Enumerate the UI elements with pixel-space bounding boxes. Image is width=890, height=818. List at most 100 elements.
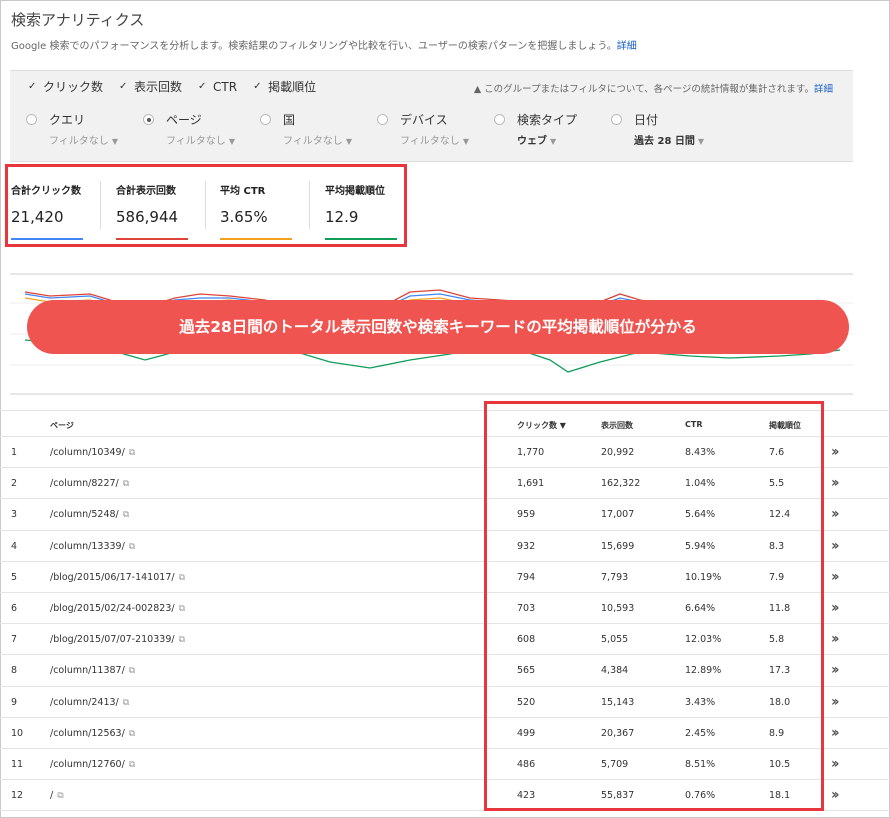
external-link-icon[interactable]: ⧉ bbox=[123, 510, 129, 520]
table-row[interactable]: 4/column/13339/⧉ 932 15,699 5.94% 8.3 ›› bbox=[0, 531, 890, 562]
external-link-icon[interactable]: ⧉ bbox=[123, 479, 129, 489]
caret-down-icon: ▼ bbox=[697, 137, 705, 146]
clicks-value: 794 bbox=[517, 571, 536, 583]
row-expand-chevron-icon[interactable]: ›› bbox=[831, 600, 839, 616]
column-header-position[interactable]: 掲載順位 bbox=[769, 420, 801, 431]
table-row[interactable]: 1/column/10349/⧉ 1,770 20,992 8.43% 7.6 ›› bbox=[0, 437, 890, 469]
page-title: 検索アナリティクス bbox=[11, 11, 145, 29]
impressions-value: 20,367 bbox=[601, 727, 635, 739]
external-link-icon[interactable]: ⧉ bbox=[129, 760, 135, 770]
dimension-query[interactable]: クエリ フィルタなし ▼ bbox=[26, 111, 143, 147]
page-url-link[interactable]: /column/12563/⧉ bbox=[50, 728, 135, 739]
row-expand-chevron-icon[interactable]: ›› bbox=[831, 662, 839, 678]
row-expand-chevron-icon[interactable]: ›› bbox=[831, 787, 839, 803]
row-number: 7 bbox=[11, 634, 18, 646]
external-link-icon[interactable]: ⧉ bbox=[57, 791, 63, 801]
metric-average-position[interactable]: 平均掲載順位 12.9 bbox=[325, 182, 405, 240]
radio-icon[interactable] bbox=[377, 114, 388, 125]
position-value: 5.8 bbox=[769, 634, 785, 646]
dimension-page[interactable]: ページ フィルタなし ▼ bbox=[143, 111, 260, 147]
external-link-icon[interactable]: ⧉ bbox=[123, 698, 129, 708]
metric-total-clicks[interactable]: 合計クリック数 21,420 bbox=[11, 182, 91, 240]
impressions-value: 10,593 bbox=[601, 602, 635, 614]
table-row[interactable]: 2/column/8227/⧉ 1,691 162,322 1.04% 5.5 ›› bbox=[0, 468, 890, 500]
external-link-icon[interactable]: ⧉ bbox=[129, 448, 135, 458]
radio-icon[interactable] bbox=[26, 114, 37, 125]
table-row[interactable]: 12 /⧉ 423 55,837 0.76% 18.1 ›› bbox=[0, 780, 890, 812]
row-expand-chevron-icon[interactable]: ›› bbox=[831, 569, 839, 585]
dimension-filter-dropdown[interactable]: フィルタなし ▼ bbox=[49, 132, 143, 147]
row-expand-chevron-icon[interactable]: ›› bbox=[831, 475, 839, 491]
table-row[interactable]: 3/column/5248/⧉ 959 17,007 5.64% 12.4 ›› bbox=[0, 499, 890, 531]
row-expand-chevron-icon[interactable]: ›› bbox=[831, 506, 839, 522]
column-header-ctr[interactable]: CTR bbox=[685, 420, 703, 429]
external-link-icon[interactable]: ⧉ bbox=[129, 729, 135, 739]
dimension-country[interactable]: 国 フィルタなし ▼ bbox=[260, 111, 377, 147]
row-expand-chevron-icon[interactable]: ›› bbox=[831, 444, 839, 460]
page-url-link[interactable]: / ⧉ bbox=[50, 790, 64, 801]
checkbox-impressions[interactable]: ✓ 表示回数 bbox=[119, 78, 182, 95]
radio-icon[interactable] bbox=[611, 114, 622, 125]
row-expand-chevron-icon[interactable]: ›› bbox=[831, 725, 839, 741]
page-url-link[interactable]: /column/5248/⧉ bbox=[50, 509, 129, 520]
row-expand-chevron-icon[interactable]: ›› bbox=[831, 756, 839, 772]
ctr-value: 5.94% bbox=[685, 540, 716, 552]
radio-icon[interactable] bbox=[260, 114, 271, 125]
checkbox-clicks[interactable]: ✓ クリック数 bbox=[28, 78, 103, 95]
table-row[interactable]: 11/column/12760/⧉ 486 5,709 8.51% 10.5 ›› bbox=[0, 749, 890, 781]
column-header-clicks[interactable]: クリック数 ▼ bbox=[517, 420, 566, 431]
clicks-value: 423 bbox=[517, 790, 536, 802]
dimension-filter-dropdown[interactable]: ウェブ ▼ bbox=[517, 132, 611, 147]
page-url-link[interactable]: /column/11387/⧉ bbox=[50, 665, 135, 676]
impressions-value: 20,992 bbox=[601, 447, 635, 458]
row-expand-chevron-icon[interactable]: ›› bbox=[831, 538, 839, 554]
learn-more-link[interactable]: 詳細 bbox=[617, 41, 637, 52]
column-header-page[interactable]: ページ bbox=[50, 420, 74, 431]
row-expand-chevron-icon[interactable]: ›› bbox=[831, 631, 839, 647]
dimension-filter-dropdown[interactable]: 過去 28 日間 ▼ bbox=[634, 132, 728, 147]
position-value: 11.8 bbox=[769, 602, 791, 614]
dimension-device[interactable]: デバイス フィルタなし ▼ bbox=[377, 111, 494, 147]
dimension-date[interactable]: 日付 過去 28 日間 ▼ bbox=[611, 111, 728, 147]
metric-total-impressions[interactable]: 合計表示回数 586,944 bbox=[116, 182, 196, 240]
page-url-link[interactable]: /column/2413/⧉ bbox=[50, 697, 129, 708]
clicks-value: 932 bbox=[517, 540, 536, 552]
table-row[interactable]: 7/blog/2015/07/07-210339/⧉ 608 5,055 12.03%… bbox=[0, 624, 890, 656]
impressions-value: 7,793 bbox=[601, 571, 629, 583]
page-url-link[interactable]: /column/13339/⧉ bbox=[50, 541, 135, 552]
external-link-icon[interactable]: ⧉ bbox=[179, 573, 185, 583]
page-url-link[interactable]: /column/8227/⧉ bbox=[50, 478, 129, 489]
page-url-link[interactable]: /blog/2015/07/07-210339/⧉ bbox=[50, 634, 185, 645]
page-url-link[interactable]: /column/10349/⧉ bbox=[50, 447, 135, 458]
clicks-value: 565 bbox=[517, 665, 536, 677]
metric-average-ctr[interactable]: 平均 CTR 3.65% bbox=[220, 182, 300, 240]
external-link-icon[interactable]: ⧉ bbox=[179, 604, 185, 614]
external-link-icon[interactable]: ⧉ bbox=[179, 635, 185, 645]
table-row[interactable]: 8/column/11387/⧉ 565 4,384 12.89% 17.3 ›› bbox=[0, 655, 890, 687]
table-row[interactable]: 10/column/12563/⧉ 499 20,367 2.45% 8.9 ›› bbox=[0, 718, 890, 749]
row-expand-chevron-icon[interactable]: ›› bbox=[831, 694, 839, 710]
clicks-value: 1,770 bbox=[517, 447, 545, 458]
external-link-icon[interactable]: ⧉ bbox=[129, 542, 135, 552]
page-url-link[interactable]: /column/12760/⧉ bbox=[50, 759, 135, 770]
column-header-impressions[interactable]: 表示回数 bbox=[601, 420, 633, 431]
checkbox-ctr[interactable]: ✓ CTR bbox=[198, 78, 237, 95]
position-value: 18.1 bbox=[769, 790, 791, 802]
radio-selected-icon[interactable] bbox=[143, 114, 154, 125]
dimension-filter-dropdown[interactable]: フィルタなし ▼ bbox=[283, 132, 377, 147]
dimension-filter-dropdown[interactable]: フィルタなし ▼ bbox=[166, 132, 260, 147]
row-number: 12 bbox=[11, 790, 24, 802]
page-url-link[interactable]: /blog/2015/02/24-002823/⧉ bbox=[50, 603, 185, 614]
table-row[interactable]: 5/blog/2015/06/17-141017/⧉ 794 7,793 10.19%… bbox=[0, 562, 890, 593]
filter-bar: ✓ クリック数 ✓ 表示回数 ✓ CTR ✓ 掲載順位 ▲ このグループまたはフィルタに… bbox=[10, 70, 853, 162]
radio-icon[interactable] bbox=[494, 114, 505, 125]
table-row[interactable]: 6/blog/2015/02/24-002823/⧉ 703 10,593 6.64%… bbox=[0, 593, 890, 625]
table-row[interactable]: 9/column/2413/⧉ 520 15,143 3.43% 18.0 ›› bbox=[0, 687, 890, 718]
external-link-icon[interactable]: ⧉ bbox=[129, 666, 135, 676]
dimension-filter-dropdown[interactable]: フィルタなし ▼ bbox=[400, 132, 494, 147]
notice-learn-more-link[interactable]: 詳細 bbox=[814, 84, 833, 95]
dimension-search-type[interactable]: 検索タイプ ウェブ ▼ bbox=[494, 111, 611, 147]
ctr-value: 2.45% bbox=[685, 727, 716, 739]
page-url-link[interactable]: /blog/2015/06/17-141017/⧉ bbox=[50, 572, 185, 583]
checkbox-position[interactable]: ✓ 掲載順位 bbox=[253, 78, 316, 95]
